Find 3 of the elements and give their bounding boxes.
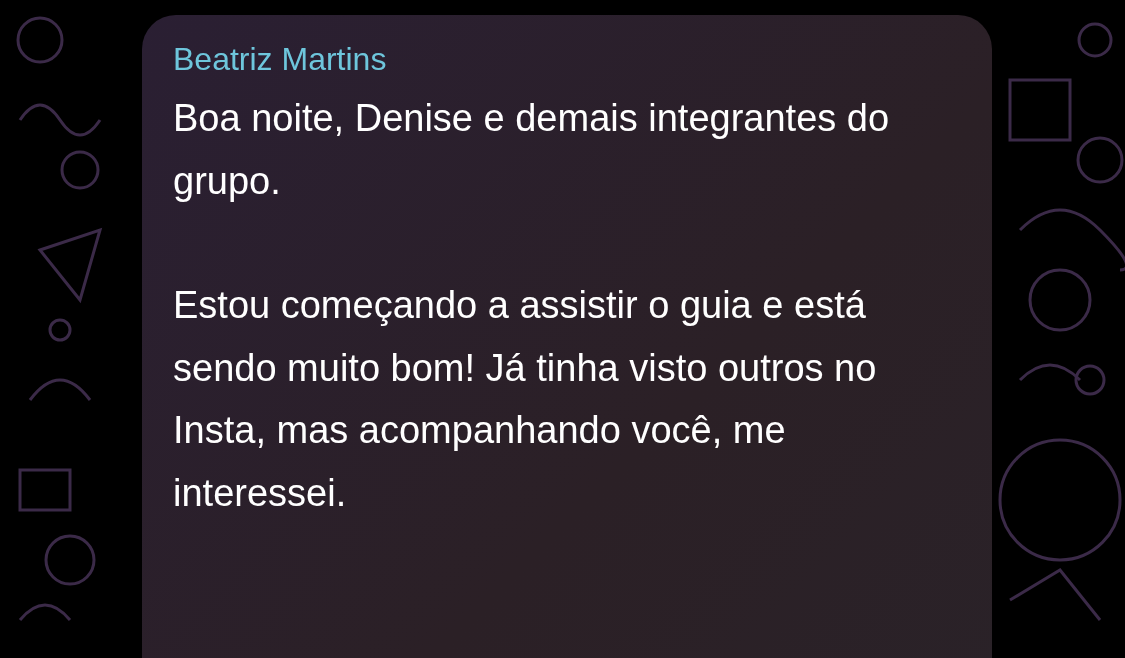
message-text: Estou começando a assistir o guia e está sendo muito bom! Já tinha visto outros no Insta, mas acompanhando você, me interessei. xyxy=(173,283,878,516)
sender-name: Beatriz Martins xyxy=(173,40,388,79)
message-text: Boa noite, Denise e demais integrantes do grupo. xyxy=(173,96,891,204)
